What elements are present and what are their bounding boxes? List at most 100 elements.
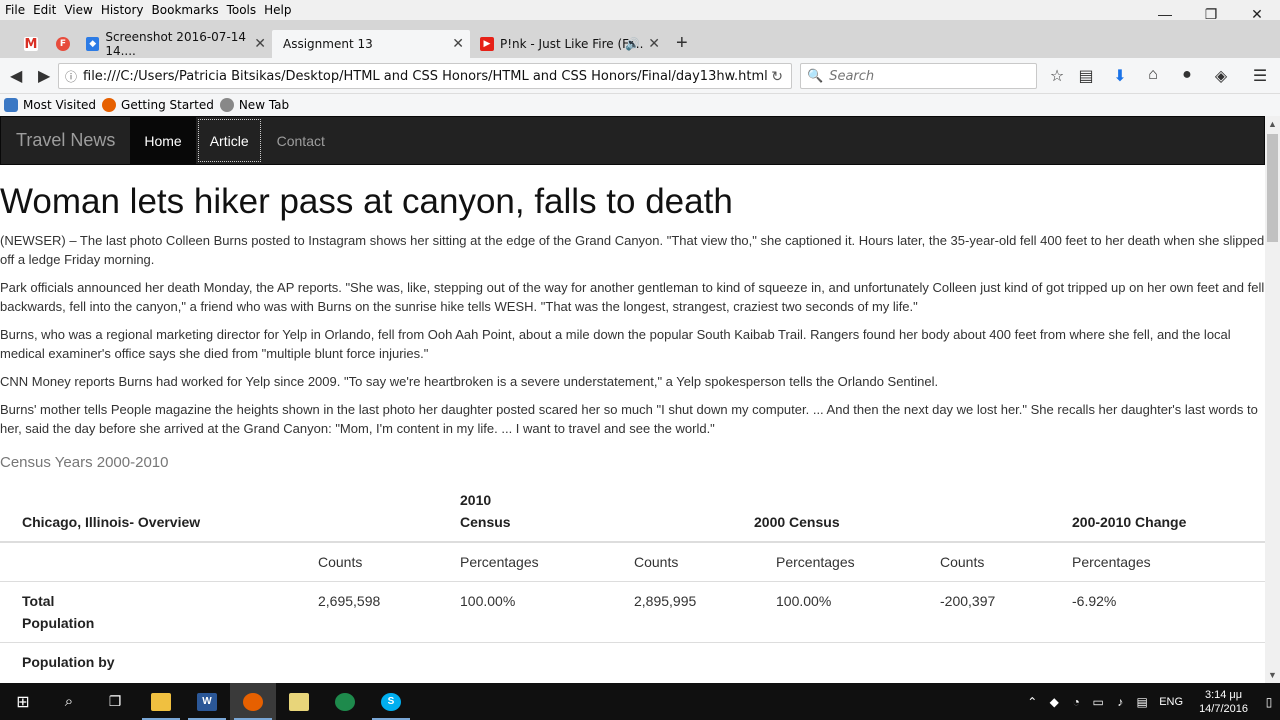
new-tab-button[interactable]: + (676, 32, 688, 55)
most-visited-icon (4, 98, 18, 112)
navigation-toolbar: ◀ ▶ ⓘ file:///C:/Users/Patricia Bitsikas… (0, 58, 1280, 94)
dropbox-tray-icon[interactable]: ◆ (1043, 695, 1065, 709)
table-cell: 100.00% (754, 581, 918, 643)
taskbar: ⊞ ⌕ ❐ W S ⌃ ◆ ◔ ▭ ♪ ▤ ENG 3:14 μμ 14/7/2… (0, 683, 1280, 720)
table-cell: Percentages (438, 541, 612, 582)
table-row: Population by (0, 642, 1265, 681)
start-button[interactable]: ⊞ (0, 683, 46, 720)
reading-list-icon[interactable]: ▤ (1076, 66, 1096, 86)
table-cell (612, 642, 754, 681)
table-cell: Percentages (1050, 541, 1265, 582)
chat-icon[interactable]: ● (1177, 66, 1197, 84)
taskbar-search[interactable]: ⌕ (46, 683, 92, 720)
info-icon[interactable]: ⓘ (59, 68, 83, 85)
table-row-header: Total Population (0, 581, 296, 643)
menu-bar: File Edit View History Bookmarks Tools H… (0, 0, 1280, 20)
downloads-icon[interactable]: ⬇ (1110, 66, 1130, 86)
table-caption: Census Years 2000-2010 (0, 454, 169, 471)
table-cell: 100.00% (438, 581, 612, 643)
tab-gmail[interactable]: M (16, 30, 46, 58)
table-row-header: Population by (0, 642, 296, 681)
url-text[interactable]: file:///C:/Users/Patricia Bitsikas/Deskt… (83, 69, 768, 84)
scroll-down-icon[interactable]: ▼ (1268, 670, 1277, 680)
hamburger-menu-icon[interactable]: ☰ (1250, 66, 1270, 86)
menu-help[interactable]: Help (260, 3, 295, 17)
article-paragraph: Burns' mother tells People magazine the … (0, 402, 1258, 436)
nav-article[interactable]: Article (196, 117, 263, 164)
menu-file[interactable]: File (0, 3, 29, 17)
back-button[interactable]: ◀ (10, 66, 22, 86)
home-icon[interactable]: ⌂ (1143, 66, 1163, 84)
taskbar-firefox[interactable] (230, 683, 276, 720)
menu-bookmarks[interactable]: Bookmarks (148, 3, 223, 17)
clock-time: 3:14 μμ (1204, 688, 1243, 701)
bookmark-getting-started[interactable]: Getting Started (102, 98, 214, 112)
reload-icon[interactable]: ↻ (771, 68, 783, 85)
table-cell: 2,695,598 (296, 581, 438, 643)
site-brand[interactable]: Travel News (1, 117, 130, 164)
table-subheader-row: Counts Percentages Counts Percentages Co… (0, 541, 1265, 582)
task-view-icon: ❐ (108, 693, 122, 709)
taskbar-word[interactable]: W (184, 683, 230, 720)
scroll-up-icon[interactable]: ▲ (1268, 119, 1277, 129)
globe-icon (219, 98, 234, 112)
table-cell: 2,895,995 (612, 581, 754, 643)
pocket-icon[interactable]: ◈ (1211, 66, 1231, 86)
search-bar[interactable]: 🔍 (800, 63, 1037, 89)
chevron-up-icon[interactable]: ⌃ (1021, 695, 1043, 709)
table-row: Total Population 2,695,598 100.00% 2,895… (0, 581, 1265, 643)
url-bar[interactable]: ⓘ file:///C:/Users/Patricia Bitsikas/Des… (58, 63, 792, 89)
close-tab-icon[interactable]: ✕ (452, 36, 464, 52)
firefox-f-icon: F (56, 37, 70, 51)
skype-icon: S (381, 692, 401, 711)
tab-youtube[interactable]: ▶ P!nk - Just Like Fire (Fr... 🔊 ✕ (474, 30, 666, 58)
tab-pinned-f[interactable]: F (48, 30, 78, 58)
task-view-button[interactable]: ❐ (92, 683, 138, 720)
taskbar-file-explorer[interactable] (138, 683, 184, 720)
scrollbar-thumb[interactable] (1267, 134, 1278, 242)
search-input[interactable] (829, 68, 1030, 84)
article-paragraph: Park officials announced her death Monda… (0, 280, 1265, 314)
article: Woman lets hiker pass at canyon, falls t… (0, 165, 1265, 681)
bookmark-label: Getting Started (121, 98, 214, 112)
dropbox-icon: ◆ (86, 37, 100, 51)
show-desktop-icon[interactable]: ▯ (1258, 695, 1280, 709)
volume-icon[interactable]: ♪ (1109, 695, 1131, 709)
page-scrollbar[interactable]: ▲ ▼ (1265, 116, 1280, 683)
table-header-cell (918, 481, 1050, 543)
nav-home[interactable]: Home (130, 117, 196, 164)
nav-contact[interactable]: Contact (263, 117, 339, 164)
bookmarks-toolbar: Most Visited Getting Started New Tab (0, 94, 1280, 116)
menu-view[interactable]: View (60, 3, 96, 17)
taskbar-xbox[interactable] (322, 683, 368, 720)
table-header-cell: Chicago, Illinois- Overview (0, 481, 296, 543)
close-tab-icon[interactable]: ✕ (648, 36, 660, 52)
notifications-icon[interactable]: ▤ (1131, 695, 1153, 709)
wifi-icon[interactable]: ◔ (1065, 695, 1087, 709)
menu-edit[interactable]: Edit (29, 3, 60, 17)
table-header-cell: 2010 Census (438, 481, 612, 543)
system-tray: ⌃ ◆ ◔ ▭ ♪ ▤ ENG 3:14 μμ 14/7/2016 ▯ (1021, 683, 1280, 720)
bookmark-star-icon[interactable]: ☆ (1047, 66, 1067, 86)
table-cell (754, 642, 918, 681)
page-viewport: Travel News Home Article Contact Woman l… (0, 116, 1265, 683)
menu-history[interactable]: History (97, 3, 148, 17)
tab-label: Assignment 13 (283, 37, 373, 51)
xbox-icon (335, 692, 355, 711)
firefox-icon (243, 692, 263, 711)
battery-icon[interactable]: ▭ (1087, 695, 1109, 709)
gmail-icon: M (24, 36, 38, 52)
close-tab-icon[interactable]: ✕ (254, 36, 266, 52)
tab-screenshot[interactable]: ◆ Screenshot 2016-07-14 14.... ✕ (80, 30, 272, 58)
clock[interactable]: 3:14 μμ 14/7/2016 (1189, 688, 1258, 716)
taskbar-skype[interactable]: S (368, 683, 414, 720)
speaker-icon[interactable]: 🔊 (625, 37, 640, 51)
taskbar-folder[interactable] (276, 683, 322, 720)
forward-button[interactable]: ▶ (38, 66, 50, 86)
search-icon: 🔍 (807, 68, 824, 83)
language-indicator[interactable]: ENG (1153, 696, 1189, 708)
bookmark-new-tab[interactable]: New Tab (219, 98, 289, 112)
menu-tools[interactable]: Tools (223, 3, 261, 17)
tab-assignment-13[interactable]: Assignment 13 ✕ (272, 30, 470, 58)
bookmark-most-visited[interactable]: Most Visited (4, 98, 96, 112)
